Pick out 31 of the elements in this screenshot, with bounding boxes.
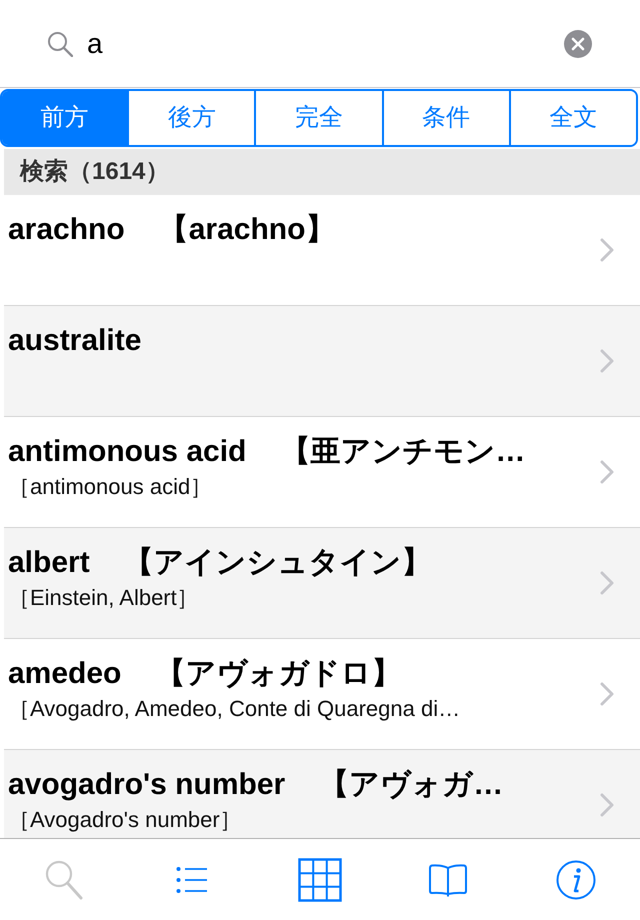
segment-tab[interactable]: 全文 (508, 91, 636, 145)
entry-subtitle: ［Avogadro's number］ (8, 808, 242, 832)
entry-subtitle: ［Avogadro, Amedeo, Conte di Quaregna di… (8, 697, 460, 721)
segment-tab[interactable]: 前方 (2, 91, 128, 145)
entry-reading: 【亜アンチモン… (280, 434, 526, 470)
chevron-icon (600, 349, 614, 373)
entry-subtitle: ［Einstein, Albert］ (8, 586, 199, 610)
chevron-icon (600, 460, 614, 484)
clear-button[interactable] (564, 30, 592, 58)
entry-term: australite (8, 323, 142, 359)
close-icon (571, 36, 585, 50)
result-row[interactable]: australite (4, 306, 640, 417)
search-field[interactable]: a (87, 18, 550, 68)
entry-term: avogadro's number (8, 767, 286, 803)
chevron-icon (600, 793, 614, 817)
entry-term: amedeo (8, 656, 122, 692)
result-row[interactable]: avogadro's number 【アヴォガ… ［Avogadro's number］ (4, 750, 640, 838)
chevron-icon (600, 238, 614, 262)
entry-reading: 【アヴォガ… (319, 767, 504, 803)
entry-term: arachno (8, 212, 125, 248)
section-header: 検索（1614） (4, 149, 640, 195)
result-row[interactable]: albert 【アインシュタイン】 ［Einstein, Albert］ (4, 528, 640, 639)
chevron-icon (600, 571, 614, 595)
entry-reading: 【arachno】 (158, 212, 336, 248)
entry-subtitle: ［antimonous acid］ (8, 475, 212, 499)
search-icon (47, 30, 73, 56)
chevron-icon (600, 682, 614, 706)
entry-term: albert (8, 545, 90, 581)
entry-term: antimonous acid (8, 434, 246, 470)
entry-reading: 【アヴォガドロ】 (155, 656, 402, 692)
entry-reading: 【アインシュタイン】 (124, 545, 432, 581)
